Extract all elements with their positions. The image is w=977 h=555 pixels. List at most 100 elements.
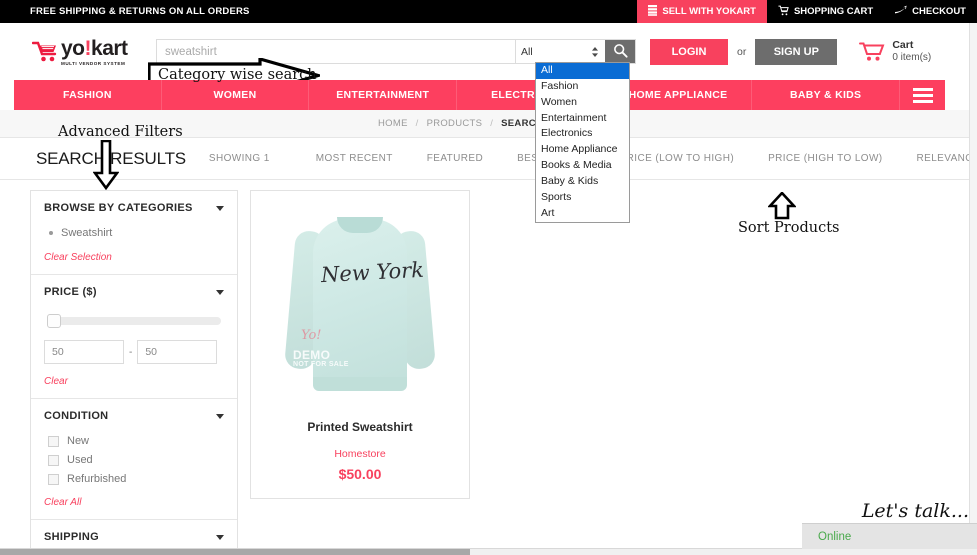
product-grid: New York Yo! DEMO NOT FOR SALE Printed S… <box>250 190 470 555</box>
nav-item-baby-kids[interactable]: BABY & KIDS <box>752 80 899 110</box>
category-select-value: All <box>521 45 533 58</box>
price-slider[interactable] <box>31 308 237 329</box>
sort-price-high-low[interactable]: PRICE (HIGH TO LOW) <box>768 153 882 164</box>
signup-button[interactable]: SIGN UP <box>755 38 838 65</box>
breadcrumb-products[interactable]: PRODUCTS <box>427 118 483 129</box>
filter-header-price[interactable]: PRICE ($) <box>31 275 237 308</box>
clear-all-link[interactable]: Clear All <box>31 489 237 510</box>
nav-item-fashion[interactable]: FASHION <box>14 80 162 110</box>
arrow-icon <box>895 5 907 18</box>
price-slider-track <box>47 314 221 328</box>
category-select[interactable]: All <box>515 40 605 63</box>
condition-option-new[interactable]: New <box>31 432 237 451</box>
filter-header-condition[interactable]: CONDITION <box>31 399 237 432</box>
dropdown-option-art[interactable]: Art <box>536 206 629 222</box>
checkbox-icon[interactable] <box>48 473 59 485</box>
sort-most-recent[interactable]: MOST RECENT <box>316 153 393 164</box>
dropdown-option-baby-kids[interactable]: Baby & Kids <box>536 174 629 190</box>
cart-summary[interactable]: Cart 0 item(s) <box>859 39 931 65</box>
page-right-edge <box>969 23 977 548</box>
filter-title-categories: BROWSE BY CATEGORIES <box>44 202 193 214</box>
breadcrumb-home[interactable]: HOME <box>378 118 408 129</box>
clear-selection-link[interactable]: Clear Selection <box>31 244 237 265</box>
product-card[interactable]: New York Yo! DEMO NOT FOR SALE Printed S… <box>250 190 470 499</box>
or-separator: or <box>737 45 747 58</box>
sort-featured[interactable]: FEATURED <box>427 153 483 164</box>
results-toolbar: SEARCH RESULTS SHOWING 1 MOST RECENT FEA… <box>0 138 977 180</box>
price-max-input[interactable] <box>137 340 218 364</box>
dropdown-option-sports[interactable]: Sports <box>536 190 629 206</box>
sweatshirt-graphic: New York Yo! DEMO NOT FOR SALE <box>284 209 436 399</box>
lets-talk-label: Let's talk... <box>861 500 969 522</box>
sort-relevance[interactable]: RELEVANCE <box>917 153 977 164</box>
results-count: SHOWING 1 <box>208 153 270 164</box>
spinner-icon <box>589 46 601 58</box>
filter-title-price: PRICE ($) <box>44 286 97 298</box>
bullet-icon <box>49 231 53 235</box>
chevron-down-icon <box>216 289 224 295</box>
sort-options: MOST RECENT FEATURED BESTSELLER PRICE (L… <box>316 153 977 164</box>
nav-item-women[interactable]: WOMEN <box>162 80 310 110</box>
site-logo[interactable]: yo!kart MULTI VENDOR SYSTEM <box>0 38 150 66</box>
shopping-cart-label: SHOPPING CART <box>793 6 874 17</box>
checkout-link[interactable]: CHECKOUT <box>884 0 977 23</box>
site-header: yo!kart MULTI VENDOR SYSTEM All LOGIN or… <box>0 23 977 95</box>
cart-title: Cart <box>892 38 914 51</box>
cart-text: Cart 0 item(s) <box>892 39 931 65</box>
filter-title-condition: CONDITION <box>44 410 109 422</box>
cart-item-count: 0 item(s) <box>892 51 932 63</box>
search-input[interactable] <box>157 40 515 63</box>
dropdown-option-women[interactable]: Women <box>536 95 629 111</box>
checkbox-icon[interactable] <box>48 435 59 447</box>
price-slider-handle[interactable] <box>47 314 61 328</box>
price-range-inputs: - <box>31 329 237 368</box>
dropdown-option-books-media[interactable]: Books & Media <box>536 158 629 174</box>
dropdown-option-entertainment[interactable]: Entertainment <box>536 111 629 127</box>
nav-item-entertainment[interactable]: ENTERTAINMENT <box>309 80 458 110</box>
shopping-cart-link[interactable]: SHOPPING CART <box>767 0 884 23</box>
condition-option-refurbished[interactable]: Refurbished <box>31 470 237 489</box>
product-store[interactable]: Homestore <box>261 448 459 460</box>
clear-price-link[interactable]: Clear <box>31 368 237 389</box>
product-image-text: New York <box>320 257 425 287</box>
filter-title-shipping: SHIPPING <box>44 531 99 543</box>
cart-icon <box>778 5 789 19</box>
hamburger-icon[interactable] <box>899 80 945 110</box>
sell-with-yokart-button[interactable]: SELL WITH YOKART <box>637 0 767 23</box>
logo-cart-icon <box>31 41 58 63</box>
search-button[interactable] <box>605 40 635 63</box>
product-image[interactable]: New York Yo! DEMO NOT FOR SALE <box>261 201 459 406</box>
breadcrumb-strip: HOME / PRODUCTS / SEARCH RESULTS <box>0 110 977 138</box>
logo-wordmark: yo!kart <box>61 36 128 60</box>
scrollbar-thumb[interactable] <box>0 549 470 555</box>
search-box: All <box>156 39 636 64</box>
price-range-separator: - <box>129 346 133 358</box>
horizontal-scrollbar[interactable] <box>0 548 977 555</box>
condition-label-new: New <box>67 435 90 447</box>
shipping-message: FREE SHIPPING & RETURNS ON ALL ORDERS <box>30 6 250 17</box>
login-button[interactable]: LOGIN <box>650 38 728 65</box>
filter-header-categories[interactable]: BROWSE BY CATEGORIES <box>31 191 237 224</box>
filter-category-item[interactable]: Sweatshirt <box>31 224 237 244</box>
category-dropdown-list[interactable]: All Fashion Women Entertainment Electron… <box>535 62 630 223</box>
logo-tagline: MULTI VENDOR SYSTEM <box>61 60 126 66</box>
dropdown-option-home-appliance[interactable]: Home Appliance <box>536 142 629 158</box>
watermark-pink: Yo! <box>301 327 322 343</box>
checkbox-icon[interactable] <box>48 454 59 466</box>
condition-label-used: Used <box>67 454 93 466</box>
chevron-down-icon <box>216 205 224 211</box>
shirt-hem <box>313 376 407 391</box>
breadcrumb-separator: / <box>490 118 494 129</box>
search-icon <box>613 43 628 61</box>
sort-price-low-high[interactable]: PRICE (LOW TO HIGH) <box>620 153 734 164</box>
dropdown-option-all[interactable]: All <box>536 63 629 79</box>
price-min-input[interactable] <box>44 340 124 364</box>
filter-section-price: PRICE ($) - Clear <box>31 275 237 399</box>
checkout-label: CHECKOUT <box>912 6 966 17</box>
chat-widget[interactable]: Online <box>802 523 977 549</box>
product-price: $50.00 <box>338 466 382 482</box>
filter-section-condition: CONDITION New Used Refurbished Clear All <box>31 399 237 520</box>
dropdown-option-electronics[interactable]: Electronics <box>536 126 629 142</box>
dropdown-option-fashion[interactable]: Fashion <box>536 79 629 95</box>
condition-option-used[interactable]: Used <box>31 451 237 470</box>
